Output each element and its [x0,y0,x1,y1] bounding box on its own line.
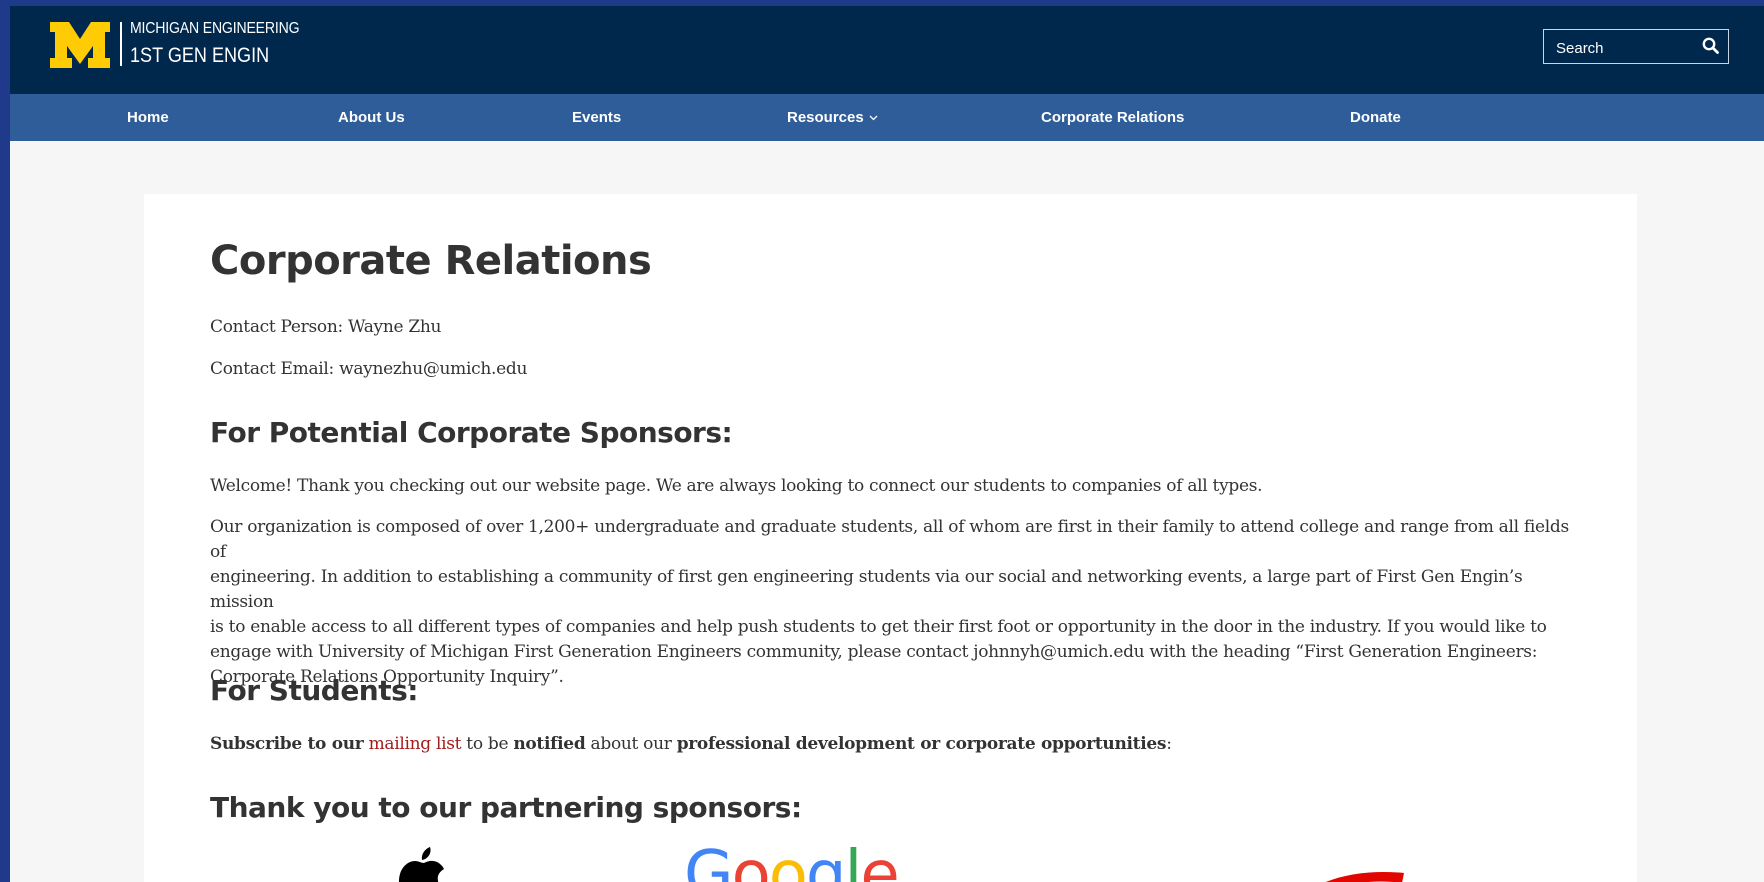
subscribe-text: professional development or corporate op… [676,734,1167,754]
contact-email: Contact Email: waynezhu@umich.edu [210,359,528,379]
nav-events[interactable]: Events [572,109,621,126]
organization-line: engage with University of Michigan First… [210,642,1538,662]
partners-heading: Thank you to our partnering sponsors: [210,791,802,824]
subscribe-text: notified [513,734,586,754]
logo-divider [120,22,122,66]
search-button[interactable] [1700,36,1722,58]
subscribe-text: : [1166,734,1172,754]
svg-text:Google: Google [684,842,898,882]
red-swoosh-logo-icon[interactable] [1304,865,1404,882]
nav-home[interactable]: Home [127,109,169,126]
logo-text-bottom[interactable]: 1ST GEN ENGIN [130,44,269,68]
nav-about-us[interactable]: About Us [338,109,405,126]
chevron-down-icon [869,115,878,121]
mailing-list-link[interactable]: mailing list [369,734,462,754]
organization-line: Our organization is composed of over 1,2… [210,517,1569,562]
site-header: MICHIGAN ENGINEERING 1ST GEN ENGIN [10,6,1764,94]
browser-viewport: MICHIGAN ENGINEERING 1ST GEN ENGIN Home … [10,6,1764,882]
subscribe-text: Subscribe to our [210,734,364,754]
apple-logo-icon[interactable] [396,845,452,882]
google-letter: g [806,842,845,882]
sponsors-heading: For Potential Corporate Sponsors: [210,416,733,449]
nav-resources[interactable]: Resources [787,109,878,126]
main-content: Corporate Relations Contact Person: Wayn… [144,194,1637,882]
nav-donate[interactable]: Donate [1350,109,1401,126]
subscribe-text: about our [585,734,677,754]
google-logo-icon[interactable]: Google [684,842,934,882]
subscribe-text: to be [461,734,514,754]
main-nav: Home About Us Events Resources Corporate… [10,94,1764,141]
google-letter: o [769,842,806,882]
nav-corporate-relations[interactable]: Corporate Relations [1041,109,1184,126]
organization-line: engineering. In addition to establishing… [210,567,1523,612]
search-input[interactable] [1554,37,1698,59]
subscribe-paragraph: Subscribe to our mailing list to be noti… [210,732,1172,757]
organization-paragraph: Our organization is composed of over 1,2… [210,515,1570,690]
contact-person: Contact Person: Wayne Zhu [210,317,442,337]
nav-resources-label: Resources [787,109,864,126]
google-letter: e [860,842,897,882]
logo-text-top[interactable]: MICHIGAN ENGINEERING [130,20,300,38]
google-letter: l [845,842,861,882]
organization-line: is to enable access to all different typ… [210,617,1547,637]
block-m-logo-icon[interactable] [50,22,110,68]
welcome-paragraph: Welcome! Thank you checking out our webs… [210,476,1263,496]
search-box [1543,29,1729,64]
google-letter: G [684,842,732,882]
google-letter: o [732,842,769,882]
students-heading: For Students: [210,674,418,707]
page-title: Corporate Relations [210,238,652,284]
search-icon [1702,37,1719,54]
